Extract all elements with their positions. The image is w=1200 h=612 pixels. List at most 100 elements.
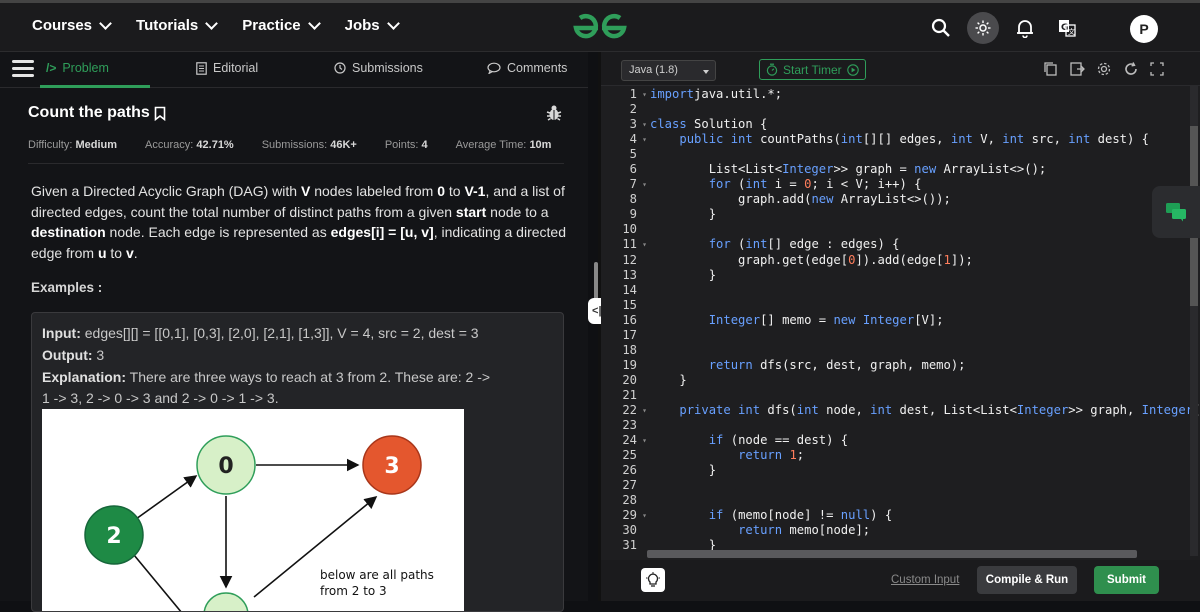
tab-comments[interactable]: Comments (487, 61, 567, 75)
line-number: 12 (622, 252, 637, 267)
fold-arrow-icon[interactable]: ▾ (642, 237, 647, 252)
gfg-logo[interactable] (570, 12, 630, 49)
line-number: 19 (622, 357, 637, 372)
nav-practice-label: Practice (242, 17, 301, 34)
difficulty-value: Medium (75, 139, 118, 151)
avatar-letter: P (1139, 21, 1149, 37)
nav-tutorials-label: Tutorials (136, 17, 199, 34)
code-editor[interactable]: 1 ▾ 2 3 ▾ 4 ▾ 5 6 7 ▾ 8 9 10 11 ▾ 12 13 14 15 16 17 18 19 20 21 22… (601, 86, 1200, 556)
line-number: 29 ▾ (622, 508, 647, 523)
code-line[interactable] (650, 343, 1200, 358)
node-0-label: 0 (218, 454, 233, 479)
editor-vertical-scrollbar[interactable] (1190, 86, 1198, 556)
custom-input-link[interactable]: Custom Input (891, 574, 959, 586)
code-line[interactable] (650, 478, 1200, 493)
nav-tutorials[interactable]: Tutorials (136, 16, 219, 34)
examples-heading: Examples : (31, 280, 103, 295)
theme-toggle-button[interactable] (967, 12, 999, 44)
accuracy-meta: Accuracy: 42.71% (145, 139, 234, 151)
code-line[interactable]: graph.add(new ArrayList<>()); (650, 192, 1200, 207)
chat-bubble-button[interactable] (1152, 186, 1200, 238)
code-line[interactable]: } (650, 463, 1200, 478)
code-line[interactable]: class Solution { (650, 117, 1200, 132)
avatar[interactable]: P (1130, 15, 1158, 43)
start-timer-button[interactable]: Start Timer (759, 59, 866, 80)
hint-bulb-icon[interactable] (641, 568, 665, 592)
tab-submissions[interactable]: Submissions (334, 61, 423, 75)
code-line[interactable] (650, 493, 1200, 508)
menu-icon[interactable] (12, 60, 34, 78)
code-line[interactable]: graph.get(edge[0]).add(edge[1]); (650, 253, 1200, 268)
problem-tabs: /> Problem Editorial Submissions Comment… (0, 52, 588, 88)
submit-button[interactable]: Submit (1094, 566, 1159, 594)
fullscreen-icon[interactable] (1149, 61, 1165, 77)
code-line[interactable]: } (650, 373, 1200, 388)
upload-file-icon[interactable] (1069, 61, 1085, 77)
fold-arrow-icon[interactable]: ▾ (642, 177, 647, 192)
code-line[interactable]: if (node == dest) { (650, 433, 1200, 448)
line-number: 4 ▾ (629, 132, 647, 147)
code-line[interactable]: return memo[node]; (650, 523, 1200, 538)
copy-icon[interactable] (1043, 61, 1059, 77)
problem-description: Given a Directed Acyclic Graph (DAG) wit… (31, 183, 566, 261)
code-line[interactable]: importjava.util.*; (650, 87, 1200, 102)
line-number: 23 (622, 418, 637, 433)
code-line[interactable]: for (int i = 0; i < V; i++) { (650, 177, 1200, 192)
language-select[interactable]: Java (1.8) (621, 60, 716, 81)
tab-editorial[interactable]: Editorial (196, 61, 258, 75)
fold-arrow-icon[interactable]: ▾ (642, 403, 647, 418)
code-line[interactable] (650, 388, 1200, 403)
code-line[interactable] (650, 328, 1200, 343)
code-line[interactable] (650, 222, 1200, 237)
node-3-label: 3 (384, 454, 399, 479)
editor-horizontal-scrollbar[interactable] (647, 550, 1137, 558)
nav-courses[interactable]: Courses (32, 16, 112, 34)
fold-arrow-icon[interactable]: ▾ (642, 433, 647, 448)
bug-report-icon[interactable] (545, 104, 563, 127)
code-line[interactable]: private int dfs(int node, int dest, List… (650, 403, 1200, 418)
code-line[interactable]: Integer[] memo = new Integer[V]; (650, 313, 1200, 328)
code-line[interactable] (650, 418, 1200, 433)
line-number: 24 ▾ (622, 433, 647, 448)
problem-title-text: Count the paths (28, 104, 150, 121)
code-line[interactable]: return 1; (650, 448, 1200, 463)
code-line[interactable] (650, 147, 1200, 162)
edge-1-3 (253, 495, 378, 598)
code-content[interactable]: importjava.util.*; class Solution { publi… (650, 87, 1200, 553)
translate-icon[interactable]: G文 (1052, 13, 1082, 43)
bookmark-icon[interactable] (154, 106, 166, 121)
tab-problem[interactable]: /> Problem (46, 61, 109, 75)
code-line[interactable] (650, 102, 1200, 117)
nav-practice[interactable]: Practice (242, 16, 321, 34)
problem-title: Count the paths (28, 104, 166, 122)
code-line[interactable]: } (650, 268, 1200, 283)
line-number: 26 (622, 463, 637, 478)
fold-arrow-icon[interactable]: ▾ (642, 117, 647, 132)
nav-jobs[interactable]: Jobs (345, 16, 400, 34)
code-line[interactable] (650, 298, 1200, 313)
compile-run-button[interactable]: Compile & Run (977, 566, 1077, 594)
chevron-down-icon (99, 16, 112, 30)
reset-icon[interactable] (1123, 61, 1139, 77)
search-icon[interactable] (926, 13, 956, 43)
code-line[interactable]: for (int[] edge : edges) { (650, 237, 1200, 252)
fold-arrow-icon[interactable]: ▾ (642, 132, 647, 147)
code-line[interactable]: public int countPaths(int[][] edges, int… (650, 132, 1200, 147)
bell-icon[interactable] (1010, 13, 1040, 43)
line-number: 22 ▾ (622, 402, 647, 417)
code-line[interactable]: if (memo[node] != null) { (650, 508, 1200, 523)
code-line[interactable]: } (650, 207, 1200, 222)
code-line[interactable]: List<List<Integer>> graph = new ArrayLis… (650, 162, 1200, 177)
settings-gear-icon[interactable] (1096, 61, 1112, 77)
fold-arrow-icon[interactable]: ▾ (642, 87, 647, 102)
line-numbers: 1 ▾ 2 3 ▾ 4 ▾ 5 6 7 ▾ 8 9 10 11 ▾ 12 13 14 15 16 17 18 19 20 21 22… (601, 87, 647, 553)
code-line[interactable] (650, 283, 1200, 298)
problem-meta: Difficulty: Medium Accuracy: 42.71% Subm… (28, 139, 551, 151)
svg-text:文: 文 (1068, 27, 1075, 36)
code-line[interactable]: return dfs(src, dest, graph, memo); (650, 358, 1200, 373)
sun-icon (975, 20, 991, 36)
problem-panel: /> Problem Editorial Submissions Comment… (0, 52, 588, 612)
clock-icon (334, 62, 346, 74)
fold-arrow-icon[interactable]: ▾ (642, 508, 647, 523)
line-number: 7 ▾ (629, 177, 647, 192)
